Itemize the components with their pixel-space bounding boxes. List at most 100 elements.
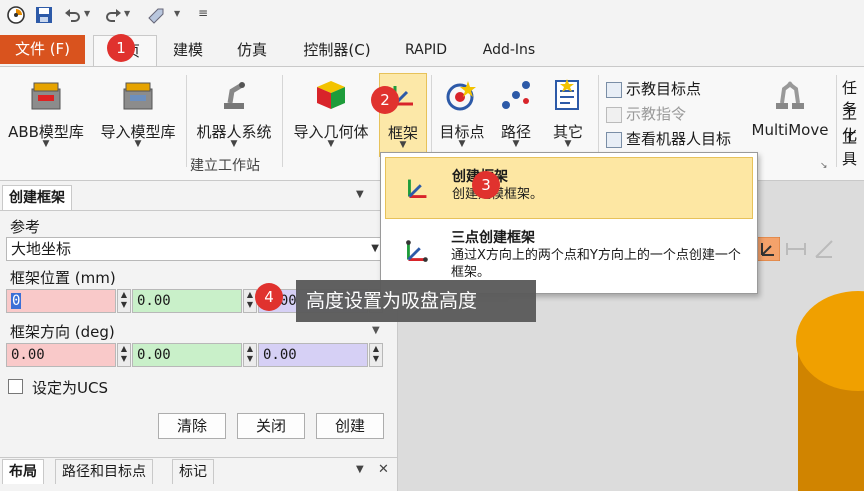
orientation-x-stepper[interactable]: ▲ ▼ — [117, 343, 131, 367]
create-frame-panel: 创建框架 ▼ ✕ 参考 大地坐标 ▼ 框架位置 (mm) 0 ▲▼ 0.00 ▲… — [0, 181, 398, 491]
snap-frame-icon[interactable] — [756, 237, 780, 261]
document-star-icon — [555, 79, 579, 110]
import-library-button[interactable]: 导入模型库 ▼ — [92, 73, 184, 153]
position-x-stepper[interactable]: ▲ ▼ — [117, 289, 131, 313]
target-icon — [446, 81, 476, 111]
three-point-frame-description: 通过X方向上的两个点和Y方向上的一个点创建一个框架。 — [451, 248, 741, 280]
clear-button[interactable]: 清除 — [158, 413, 226, 439]
ribbon-separator — [282, 75, 283, 167]
tab-layout[interactable]: 布局 — [2, 459, 44, 484]
app-logo-icon[interactable] — [6, 5, 26, 25]
multimove-button[interactable]: MultiMove — [748, 73, 832, 153]
position-y-input[interactable]: 0.00 — [132, 289, 242, 313]
annotation-tooltip: 高度设置为吸盘高度 — [296, 280, 536, 322]
position-x-input[interactable]: 0 — [6, 289, 116, 313]
chevron-down-icon: ▼ — [327, 139, 335, 149]
redo-dropdown-icon[interactable]: ▼ — [124, 9, 130, 18]
tab-paths-targets[interactable]: 路径和目标点 — [55, 459, 153, 484]
chevron-down-icon: ▼ — [371, 243, 379, 254]
chevron-down-icon: ▼ — [230, 139, 238, 149]
orientation-z-value: 0.00 — [263, 347, 297, 363]
reference-label: 参考 — [10, 218, 41, 236]
tab-simulation[interactable]: 仿真 — [231, 35, 273, 65]
tab-file[interactable]: 文件 (F) — [0, 35, 85, 64]
snap-angle-icon[interactable] — [812, 237, 836, 261]
teach-target-icon — [606, 81, 622, 98]
menu-item-create-frame[interactable]: 创建框架 创建建模框架。 — [385, 157, 753, 219]
panel-divider — [0, 457, 398, 458]
robot-system-icon — [224, 82, 245, 109]
tab-controller[interactable]: 控制器(C) — [296, 35, 378, 65]
abb-library-icon — [31, 82, 61, 110]
step-badge-1: 1 — [107, 34, 135, 62]
chevron-down-icon: ▼ — [42, 139, 50, 149]
orientation-y-value: 0.00 — [137, 347, 171, 363]
view-robot-target-icon — [606, 131, 622, 148]
ribbon-separator — [186, 75, 187, 167]
set-ucs-checkbox[interactable] — [8, 379, 23, 394]
reference-value: 大地坐标 — [11, 240, 72, 258]
target-button[interactable]: 目标点 ▼ — [434, 73, 490, 153]
multimove-icon — [776, 81, 804, 109]
other-button[interactable]: 其它 ▼ — [544, 73, 592, 153]
tab-create-frame[interactable]: 创建框架 — [2, 185, 72, 210]
tag-icon[interactable] — [146, 5, 166, 25]
teach-target-label: 示教目标点 — [626, 80, 702, 98]
tag-dropdown-icon[interactable]: ▼ — [174, 9, 180, 18]
snap-distance-icon[interactable] — [784, 237, 808, 261]
tool-label-partial[interactable]: 工具 — [842, 127, 864, 169]
undo-dropdown-icon[interactable]: ▼ — [84, 9, 90, 18]
import-library-icon — [123, 82, 153, 110]
teach-instruction-button[interactable]: 示教指令 — [606, 104, 686, 124]
three-point-frame-title: 三点创建框架 — [451, 230, 535, 246]
abb-library-button[interactable]: ABB模型库 ▼ — [6, 73, 86, 153]
orientation-z-stepper[interactable]: ▲ ▼ — [369, 343, 383, 367]
path-button[interactable]: 路径 ▼ — [494, 73, 538, 153]
cube-icon — [317, 81, 345, 109]
teach-instruction-icon — [606, 106, 622, 123]
tab-tags[interactable]: 标记 — [172, 459, 214, 484]
position-x-value: 0 — [11, 293, 22, 309]
teach-instruction-label: 示教指令 — [626, 105, 687, 123]
teach-target-button[interactable]: 示教目标点 — [606, 79, 701, 99]
three-point-frame-icon — [406, 240, 428, 262]
reference-select[interactable]: 大地坐标 ▼ — [6, 237, 386, 261]
step-badge-3: 3 — [472, 171, 500, 199]
bottom-panel-close-icon[interactable]: ✕ — [378, 462, 389, 477]
multimove-label: MultiMove — [751, 121, 829, 139]
dialog-launcher-icon[interactable]: ↘ — [820, 161, 828, 171]
chevron-down-icon[interactable]: ▼ — [372, 325, 380, 336]
close-button[interactable]: 关闭 — [237, 413, 305, 439]
redo-icon[interactable] — [104, 5, 124, 25]
bottom-panel-pin-icon[interactable]: ▼ — [356, 464, 364, 475]
step-badge-2: 2 — [371, 86, 399, 114]
set-ucs-label: 设定为UCS — [32, 379, 108, 397]
tab-rapid[interactable]: RAPID — [398, 35, 454, 65]
orientation-y-input[interactable]: 0.00 — [132, 343, 242, 367]
group-label-build-station: 建立工作站 — [190, 158, 260, 174]
orientation-y-stepper[interactable]: ▲ ▼ — [243, 343, 257, 367]
orientation-x-input[interactable]: 0.00 — [6, 343, 116, 367]
customize-icon[interactable]: ≡ — [198, 6, 208, 20]
chevron-down-icon: ▼ — [399, 140, 407, 150]
frame-axes-icon — [408, 179, 427, 198]
path-icon — [502, 81, 530, 109]
quick-access-toolbar: ▼ ▼ ▼ ≡ — [0, 0, 864, 32]
position-label: 框架位置 (mm) — [10, 269, 116, 287]
view-robot-target-label: 查看机器人目标 — [626, 130, 732, 148]
tab-modeling[interactable]: 建模 — [167, 35, 209, 65]
view-robot-target-button[interactable]: 查看机器人目标 — [606, 129, 731, 149]
panel-divider — [0, 210, 398, 211]
panel-pin-icon[interactable]: ▼ — [356, 189, 364, 200]
import-geometry-button[interactable]: 导入几何体 ▼ — [286, 73, 376, 153]
frame-dropdown-menu: 创建框架 创建建模框架。 三点创建框架 通过X方向上的两个点和Y方向上的一个点创… — [380, 152, 758, 294]
chevron-down-icon: ▼ — [512, 139, 520, 149]
tab-addins[interactable]: Add-Ins — [476, 35, 542, 65]
chevron-down-icon: ▼ — [564, 139, 572, 149]
create-button[interactable]: 创建 — [316, 413, 384, 439]
orientation-z-input[interactable]: 0.00 — [258, 343, 368, 367]
robot-system-button[interactable]: 机器人系统 ▼ — [190, 73, 278, 153]
save-icon[interactable] — [34, 5, 54, 25]
orientation-label: 框架方向 (deg) — [10, 323, 115, 341]
undo-icon[interactable] — [62, 5, 82, 25]
